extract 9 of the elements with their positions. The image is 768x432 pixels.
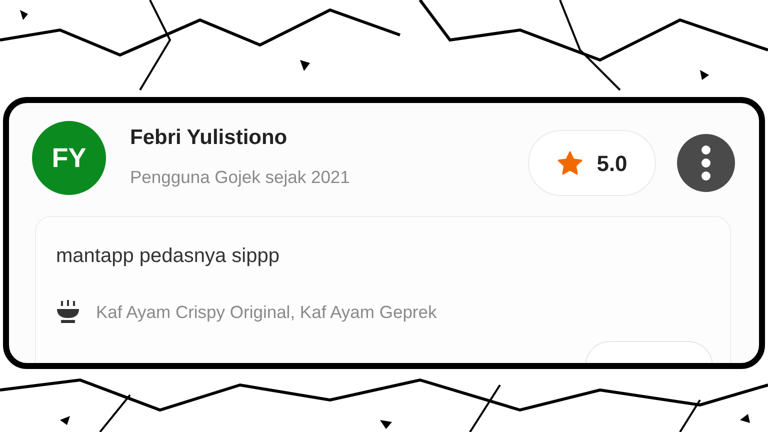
avatar: FY bbox=[32, 121, 106, 195]
star-icon bbox=[556, 150, 583, 176]
food-bowl-icon bbox=[56, 300, 80, 324]
rating-value: 5.0 bbox=[596, 150, 628, 178]
reviewer-subtitle: Pengguna Gojek sejak 2021 bbox=[130, 166, 351, 190]
reviewer-name: Febri Yulistiono bbox=[130, 125, 288, 150]
review-comment: mantapp pedasnya sippp bbox=[56, 244, 280, 269]
more-icon bbox=[701, 145, 711, 181]
ordered-items: Kaf Ayam Crispy Original, Kaf Ayam Geprek bbox=[96, 301, 437, 324]
